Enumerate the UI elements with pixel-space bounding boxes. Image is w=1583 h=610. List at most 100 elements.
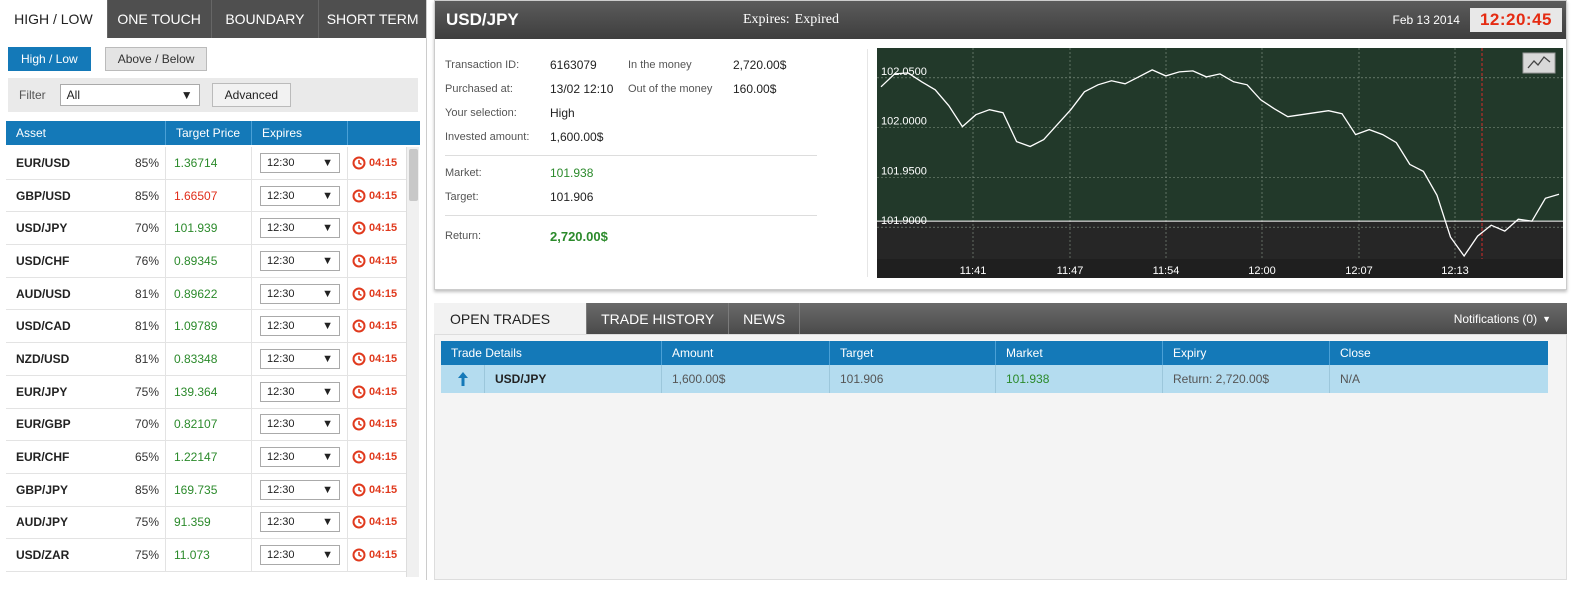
expires-label: Expires: — [743, 12, 790, 27]
asset-target-price: 1.36714 — [166, 147, 252, 179]
asset-cell: EUR/USD 85% — [6, 147, 166, 179]
table-row[interactable]: EUR/JPY 75% 139.364 12:30 ▼ 04:15 — [6, 375, 406, 409]
subtab-above-below[interactable]: Above / Below — [104, 47, 208, 71]
advanced-button[interactable]: Advanced — [211, 83, 292, 107]
countdown-clock-icon — [352, 352, 366, 366]
asset-cell: GBP/JPY 85% — [6, 473, 166, 506]
table-row[interactable]: GBP/USD 85% 1.66507 12:30 ▼ 04:15 — [6, 179, 406, 213]
tab-one-touch[interactable]: ONE TOUCH — [108, 0, 212, 38]
expiry-select[interactable]: 12:30 ▼ — [260, 381, 340, 402]
asset-target-price: 1.09789 — [166, 310, 252, 343]
expiry-select[interactable]: 12:30 ▼ — [260, 316, 340, 337]
table-row[interactable]: USD/JPY 70% 101.939 12:30 ▼ 04:15 — [6, 212, 406, 246]
table-row[interactable]: USD/ZAR 75% 11.073 12:30 ▼ 04:15 — [6, 539, 406, 572]
col-expiry: Expiry — [1163, 341, 1330, 365]
countdown-value: 04:15 — [369, 385, 398, 398]
countdown-clock-icon — [352, 385, 366, 399]
tab-short-term[interactable]: SHORT TERM — [319, 0, 426, 38]
table-row[interactable]: AUD/JPY 75% 91.359 12:30 ▼ 04:15 — [6, 506, 406, 540]
countdown-value: 04:15 — [369, 451, 398, 464]
dropdown-arrow-icon: ▼ — [322, 320, 333, 333]
filter-select[interactable]: All ▼ — [59, 84, 200, 106]
asset-name: EUR/CHF — [16, 450, 70, 465]
price-chart[interactable]: 11:41 11:47 11:54 12:00 12:07 12:13 102.0500 10… — [877, 48, 1563, 278]
countdown-clock-icon — [352, 221, 366, 235]
table-row[interactable]: USD/CHF 76% 0.89345 12:30 ▼ 04:15 — [6, 245, 406, 278]
table-row[interactable]: USD/JPY 1,600.00$ 101.906 101.938 Return… — [441, 365, 1548, 393]
notifications-dropdown[interactable]: Notifications (0) ▼ — [1454, 303, 1567, 334]
asset-name: EUR/USD — [16, 155, 71, 170]
table-row[interactable]: EUR/USD 85% 1.36714 12:30 ▼ 04:15 — [6, 147, 406, 180]
asset-target-price: 0.89622 — [166, 277, 252, 310]
col-market: Market — [996, 341, 1163, 365]
x-tick-label: 11:41 — [960, 265, 987, 277]
asset-name: EUR/JPY — [16, 384, 68, 399]
countdown-value: 04:15 — [369, 352, 398, 365]
asset-payout: 70% — [134, 221, 159, 236]
filter-value: All — [66, 88, 81, 102]
asset-cell: EUR/JPY 75% — [6, 375, 166, 408]
asset-name: AUD/USD — [16, 286, 71, 301]
selection-label: Your selection: — [445, 107, 517, 119]
countdown-value: 04:15 — [369, 189, 398, 202]
asset-name: USD/JPY — [16, 221, 68, 236]
trade-target: 101.906 — [830, 365, 996, 393]
y-tick-label: 102.0000 — [881, 116, 927, 128]
table-row[interactable]: GBP/JPY 85% 169.735 12:30 ▼ 04:15 — [6, 473, 406, 507]
tab-boundary[interactable]: BOUNDARY — [212, 0, 320, 38]
expiry-select[interactable]: 12:30 ▼ — [260, 479, 340, 500]
detail-row: Market: 101.938 — [445, 161, 817, 185]
expiry-select[interactable]: 12:30 ▼ — [260, 545, 340, 566]
in-money-value: 2,720.00$ — [733, 58, 787, 72]
asset-cell: GBP/USD 85% — [6, 179, 166, 212]
option-type-tabs: HIGH / LOW ONE TOUCH BOUNDARY SHORT TERM — [0, 0, 426, 38]
dropdown-arrow-icon: ▼ — [180, 88, 193, 102]
countdown-cell: 04:15 — [348, 450, 406, 464]
asset-name: USD/ZAR — [16, 548, 70, 563]
expiry-select[interactable]: 12:30 ▼ — [260, 447, 340, 468]
table-row[interactable]: NZD/USD 81% 0.83348 12:30 ▼ 04:15 — [6, 343, 406, 376]
expiry-cell: 12:30 ▼ — [252, 147, 348, 179]
table-row[interactable]: EUR/GBP 70% 0.82107 12:30 ▼ 04:15 — [6, 408, 406, 442]
countdown-value: 04:15 — [369, 418, 398, 431]
expiry-cell: 12:30 ▼ — [252, 375, 348, 408]
expiry-select[interactable]: 12:30 ▼ — [260, 348, 340, 369]
expiry-select[interactable]: 12:30 ▼ — [260, 250, 340, 271]
table-row[interactable]: AUD/USD 81% 0.89622 12:30 ▼ 04:15 — [6, 277, 406, 311]
asset-scrollbar[interactable] — [406, 147, 419, 577]
expiry-select[interactable]: 12:30 ▼ — [260, 218, 340, 239]
target-value: 101.906 — [550, 190, 594, 204]
expiry-select[interactable]: 12:30 ▼ — [260, 512, 340, 533]
trade-expiry: Return: 2,720.00$ — [1163, 365, 1330, 393]
expiry-select[interactable]: 12:30 ▼ — [260, 283, 340, 304]
expiry-select[interactable]: 12:30 ▼ — [260, 152, 340, 173]
col-trade-details: Trade Details — [441, 341, 662, 365]
asset-target-price: 1.22147 — [166, 441, 252, 473]
countdown-clock-icon — [352, 417, 366, 431]
countdown-cell: 04:15 — [348, 254, 406, 268]
tab-open-trades[interactable]: OPEN TRADES — [434, 303, 588, 334]
tab-trade-history[interactable]: TRADE HISTORY — [587, 303, 730, 334]
expiry-select[interactable]: 12:30 ▼ — [260, 185, 340, 206]
table-row[interactable]: EUR/CHF 65% 1.22147 12:30 ▼ 04:15 — [6, 441, 406, 474]
dropdown-arrow-icon: ▼ — [322, 483, 333, 496]
countdown-cell: 04:15 — [348, 548, 406, 562]
asset-cell: EUR/GBP 70% — [6, 408, 166, 441]
subtabs: High / Low Above / Below — [8, 47, 208, 71]
expiry-select[interactable]: 12:30 ▼ — [260, 414, 340, 435]
countdown-cell: 04:15 — [348, 319, 406, 333]
market-label: Market: — [445, 167, 482, 179]
subtab-high-low[interactable]: High / Low — [8, 47, 91, 71]
detail-row: Purchased at: 13/02 12:10 Out of the mon… — [445, 77, 817, 101]
trade-market: 101.938 — [996, 365, 1163, 393]
tab-news[interactable]: NEWS — [729, 303, 801, 334]
trade-amount: 1,600.00$ — [662, 365, 830, 393]
scroll-thumb[interactable] — [409, 149, 418, 201]
tab-high-low[interactable]: HIGH / LOW — [0, 0, 108, 38]
col-timer — [348, 121, 420, 145]
countdown-cell: 04:15 — [348, 287, 406, 301]
open-trades-header: Trade Details Amount Target Market Expir… — [441, 341, 1548, 365]
dropdown-arrow-icon: ▼ — [322, 287, 333, 300]
expiry-value: 12:30 — [267, 451, 295, 464]
table-row[interactable]: USD/CAD 81% 1.09789 12:30 ▼ 04:15 — [6, 310, 406, 344]
